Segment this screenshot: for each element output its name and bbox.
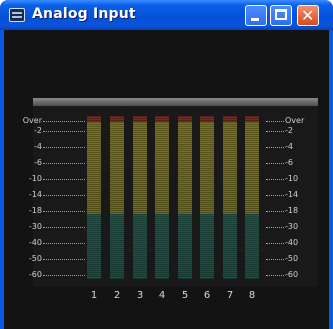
meter-header-strip (33, 98, 318, 106)
scale-tick-right (266, 243, 284, 244)
scale-label-right: -18 (285, 206, 299, 215)
scale-tick-right (266, 275, 284, 276)
minimize-button[interactable] (245, 5, 267, 26)
scale-tick-right (266, 163, 284, 164)
scale-label-right: -30 (285, 222, 299, 231)
channel-number: 7 (226, 290, 234, 301)
maximize-button[interactable] (270, 5, 292, 26)
channel-number: 2 (113, 290, 121, 301)
scale-tick-right (266, 131, 284, 132)
scale-label-right: -40 (285, 238, 299, 247)
scale-label-left: -4 (34, 142, 42, 151)
channel-1-level-meter (87, 116, 101, 279)
scale-tick-left (43, 259, 85, 260)
scale-tick-right (266, 179, 284, 180)
scale-label-left: -10 (28, 174, 42, 183)
scale-label-left: -14 (28, 190, 42, 199)
close-button[interactable]: ✕ (297, 5, 319, 26)
channel-5-level-meter (178, 116, 192, 279)
channel-7-level-meter (223, 116, 237, 279)
window-title: Analog Input (32, 6, 136, 22)
scale-tick-left (43, 195, 85, 196)
scale-label-left: -50 (28, 254, 42, 263)
scale-tick-left (43, 179, 85, 180)
channel-2-level-meter (110, 116, 124, 279)
scale-label-left: -2 (34, 126, 42, 135)
channel-3-level-meter (133, 116, 147, 279)
scale-tick-left (43, 131, 85, 132)
title-bar[interactable]: Analog Input ✕ (0, 0, 333, 30)
scale-label-right: -14 (285, 190, 299, 199)
channel-number: 6 (203, 290, 211, 301)
scale-label-left: -40 (28, 238, 42, 247)
channel-number: 8 (248, 290, 256, 301)
scale-tick-right (266, 195, 284, 196)
minimize-icon (251, 18, 259, 21)
scale-tick-right (266, 147, 284, 148)
close-icon: ✕ (301, 6, 315, 25)
scale-tick-right (266, 121, 284, 122)
channel-6-level-meter (200, 116, 214, 279)
channel-number: 3 (136, 290, 144, 301)
scale-label-right: Over (285, 116, 305, 125)
channel-4-level-meter (155, 116, 169, 279)
scale-tick-right (266, 211, 284, 212)
channel-8-level-meter (245, 116, 259, 279)
scale-label-right: -50 (285, 254, 299, 263)
analog-input-window: Analog Input ✕ Over -2 -4 -6 -10 -14 -18… (0, 0, 333, 329)
maximize-icon (275, 9, 287, 20)
scale-label-right: -60 (285, 270, 299, 279)
scale-label-right: -6 (285, 158, 293, 167)
channel-number: 5 (181, 290, 189, 301)
channel-number: 1 (90, 290, 98, 301)
scale-tick-left (43, 211, 85, 212)
scale-label-left: -60 (28, 270, 42, 279)
scale-tick-left (43, 147, 85, 148)
scale-label-left: Over (22, 116, 42, 125)
scale-tick-right (266, 227, 284, 228)
scale-tick-right (266, 259, 284, 260)
scale-label-left: -6 (34, 158, 42, 167)
scale-label-right: -10 (285, 174, 299, 183)
scale-label-right: -4 (285, 142, 293, 151)
mixer-window-icon[interactable] (9, 8, 25, 22)
channel-number: 4 (158, 290, 166, 301)
scale-label-left: -30 (28, 222, 42, 231)
scale-tick-left (43, 243, 85, 244)
scale-label-left: -18 (28, 206, 42, 215)
scale-tick-left (43, 227, 85, 228)
scale-label-right: -2 (285, 126, 293, 135)
scale-tick-left (43, 121, 85, 122)
scale-tick-left (43, 275, 85, 276)
scale-tick-left (43, 163, 85, 164)
